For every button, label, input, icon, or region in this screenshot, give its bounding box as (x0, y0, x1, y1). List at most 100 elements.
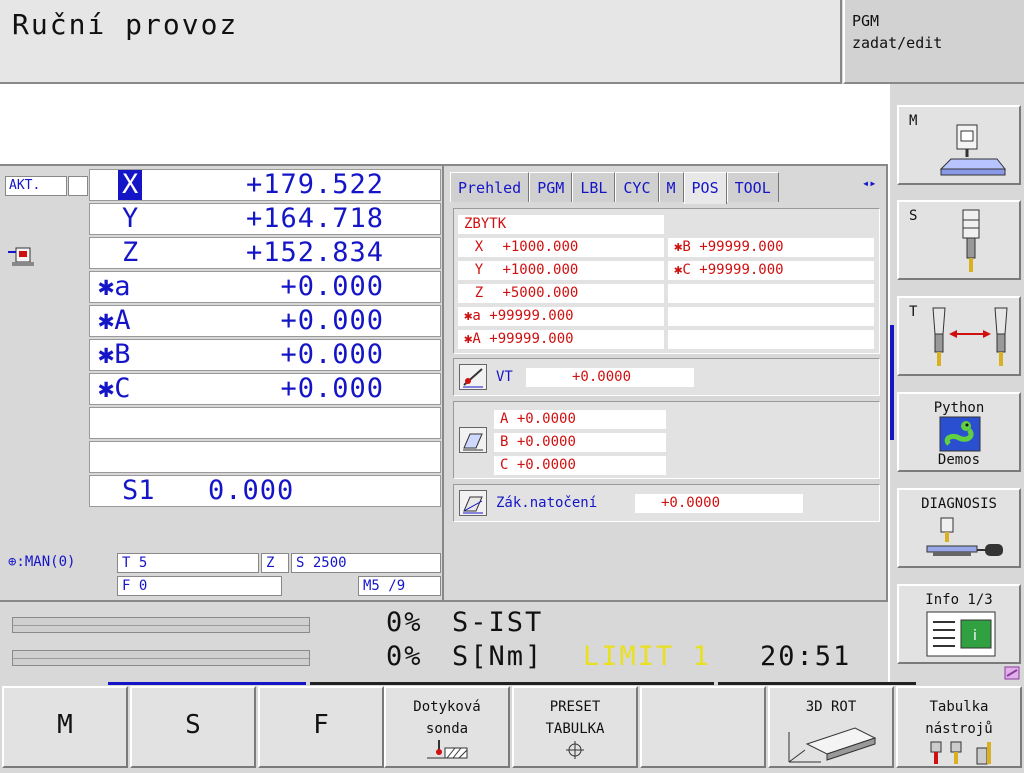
remaining-x-value: +1000.000 (502, 239, 579, 255)
pgm-edit-mode-button[interactable]: PGM zadat/edit (843, 0, 1024, 84)
softkey-m[interactable]: M (2, 686, 128, 768)
python-snake-icon (939, 416, 981, 452)
spindle-speed-label: S-IST (452, 607, 544, 638)
t-tool-label: T (909, 304, 918, 320)
spindle-row: S1 0.000 (89, 475, 441, 507)
limit-indicator: LIMIT 1 (583, 641, 711, 672)
tab-pgm[interactable]: PGM (529, 172, 573, 202)
axis-value: +0.000 (280, 373, 384, 404)
tab-pos[interactable]: POS (683, 172, 727, 204)
softkey-f[interactable]: F (258, 686, 384, 768)
mode-title: Ruční provoz (12, 8, 239, 41)
position-row-b: ✱B +0.000 (89, 339, 441, 371)
info-button[interactable]: Info 1/3 i (897, 584, 1021, 664)
man-mode-status: ⊕:MAN(0) (8, 554, 76, 570)
spindle-speed-percent: 0% (386, 607, 423, 638)
m-function-button[interactable]: M (897, 105, 1021, 185)
abc-row-b: B +0.0000 (494, 433, 666, 452)
softkey-preset-table[interactable]: PRESET TABULKA (512, 686, 638, 768)
remaining-z-label: Z (474, 285, 484, 301)
remaining-b-value: +99999.000 (699, 239, 784, 255)
softkey-3d-rot[interactable]: 3D ROT (768, 686, 894, 768)
pgm-sub-label: zadat/edit (852, 34, 943, 52)
basic-rotation-icon (459, 490, 487, 516)
remaining-x-label: X (474, 239, 484, 255)
tool-axis-status: Z (261, 553, 289, 573)
clock: 20:51 (760, 641, 852, 672)
tab-tool[interactable]: TOOL (726, 172, 779, 202)
preset-crosshair-icon (566, 741, 584, 759)
remaining-a-small-value: +99999.000 (489, 308, 574, 324)
tool-axis-icon (459, 364, 487, 390)
abc-a-label: A (500, 411, 509, 427)
softkey-s[interactable]: S (130, 686, 256, 768)
zbytk-title: ZBYTK (458, 215, 664, 234)
touch-probe-icon (427, 740, 468, 759)
vt-label: VT (496, 369, 513, 385)
abc-b-value: +0.0000 (516, 434, 576, 450)
preset-label-2: TABULKA (545, 721, 605, 737)
remaining-c-label: ✱C (674, 262, 691, 278)
axis-label: ✱A (98, 305, 131, 336)
remaining-z: Z +5000.000 (458, 284, 664, 303)
axis-label: ✱B (98, 339, 131, 370)
softkey-scroll-indicator[interactable] (890, 325, 894, 440)
abc-c-value: +0.0000 (516, 457, 576, 473)
axis-label: Z (122, 237, 139, 268)
abc-b-label: B (500, 434, 509, 450)
tab-cyc[interactable]: CYC (615, 172, 659, 202)
spindle-icon (962, 209, 980, 272)
remaining-a-small: ✱a +99999.000 (458, 307, 664, 326)
spindle-speed-bar (12, 617, 310, 633)
t-tool-button[interactable]: T (897, 296, 1021, 376)
spindle-torque-percent: 0% (386, 641, 423, 672)
touch-probe-label-2: sonda (425, 721, 469, 737)
pgm-label: PGM (852, 12, 880, 30)
spindle-label: S1 (122, 475, 155, 506)
remaining-b-label: ✱B (674, 239, 691, 255)
status-tabs: Prehled PGM LBL CYC M POS TOOL (450, 172, 779, 204)
s-spindle-button[interactable]: S (897, 200, 1021, 280)
spindle-value: 0.000 (208, 475, 295, 506)
remaining-empty-3 (668, 330, 874, 349)
abc-a-value: +0.0000 (516, 411, 576, 427)
axis-value: +152.834 (245, 237, 384, 268)
touch-probe-label-1: Dotyková (413, 699, 481, 715)
remaining-y-label: Y (474, 262, 484, 278)
tool-table-label-2: nástrojů (925, 721, 993, 737)
abc-row-c: C +0.0000 (494, 456, 666, 475)
tab-prehled[interactable]: Prehled (450, 172, 530, 202)
3d-rotation-icon (788, 727, 877, 763)
position-row-c: ✱C +0.000 (89, 373, 441, 405)
feed-status: F 0 (117, 576, 282, 596)
demos-label: Demos (937, 452, 981, 468)
axis-value: +0.000 (280, 271, 384, 302)
tab-m[interactable]: M (658, 172, 684, 202)
m-code-status: M5 /9 (358, 576, 441, 596)
softkey-empty[interactable] (640, 686, 766, 768)
python-demos-button[interactable]: Python Demos (897, 392, 1021, 472)
datum-icon (6, 240, 36, 270)
s-spindle-label: S (909, 208, 918, 224)
switch-screen-icon[interactable] (1004, 665, 1020, 680)
mode-title-bar: Ruční provoz (0, 0, 842, 84)
tab-lbl[interactable]: LBL (572, 172, 616, 202)
abc-row-a: A +0.0000 (494, 410, 666, 429)
softkey-tool-table[interactable]: Tabulka nástrojů (896, 686, 1022, 768)
remaining-c-value: +99999.000 (699, 262, 784, 278)
axis-label: Y (122, 203, 139, 234)
remaining-b: ✱B +99999.000 (668, 238, 874, 257)
softkey-touch-probe[interactable]: Dotyková sonda (384, 686, 510, 768)
remaining-a-label: ✱A (464, 331, 481, 347)
3d-rot-label: 3D ROT (805, 699, 857, 715)
position-row-y: Y +164.718 (89, 203, 441, 235)
remaining-empty-2 (668, 307, 874, 326)
axis-label: X (118, 170, 143, 200)
tab-scroll-arrows[interactable]: ◂▸ (862, 176, 876, 190)
axis-label: ✱a (98, 271, 131, 302)
diagnosis-button[interactable]: DIAGNOSIS (897, 488, 1021, 568)
position-row-a-small: ✱a +0.000 (89, 271, 441, 303)
remaining-y-value: +1000.000 (502, 262, 579, 278)
info-document-icon: i (926, 611, 996, 657)
diagnosis-machine-icon (926, 517, 1003, 556)
